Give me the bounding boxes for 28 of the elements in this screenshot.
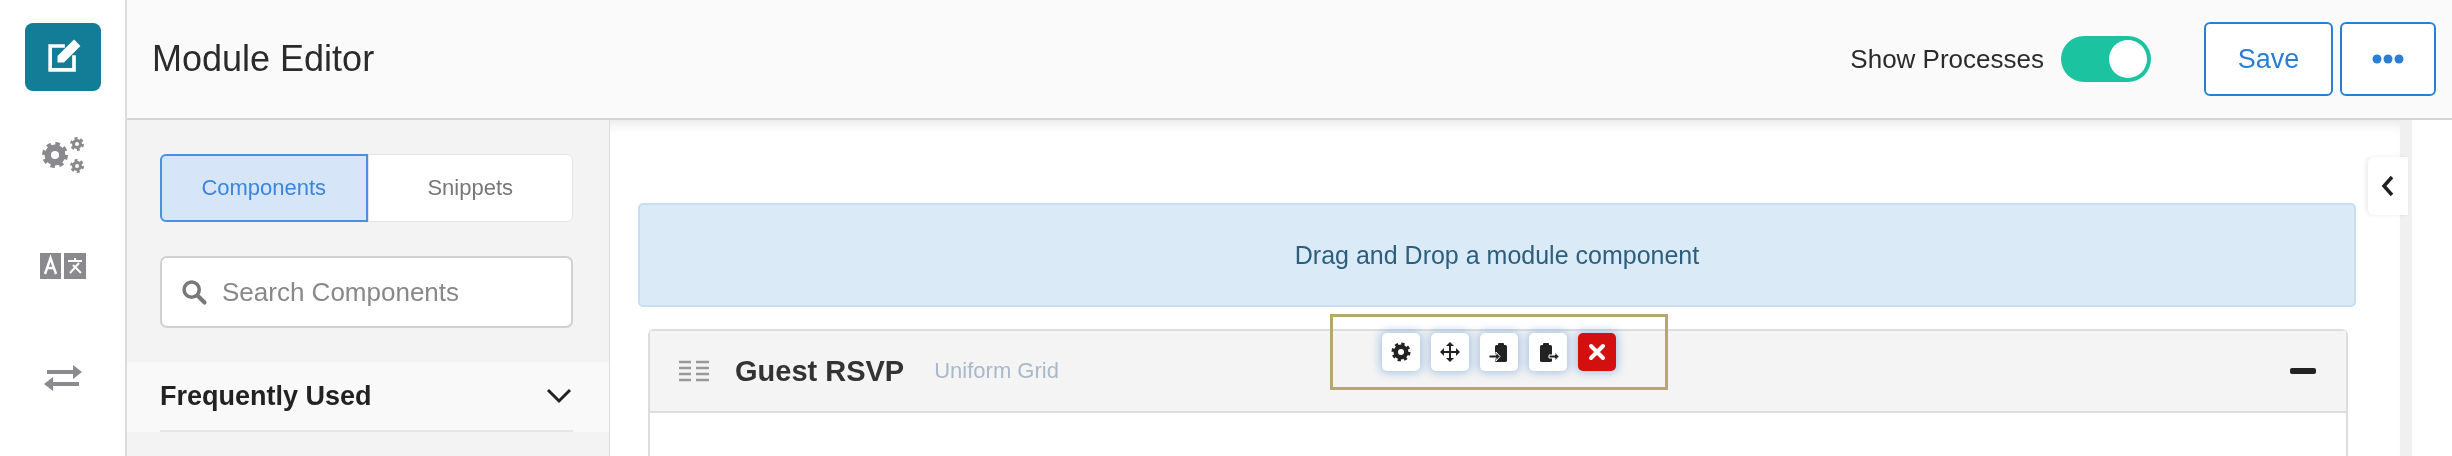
page-title: Module Editor — [152, 38, 376, 80]
move-button[interactable] — [1431, 333, 1469, 371]
more-button[interactable] — [2340, 22, 2436, 96]
collapse-panel-button[interactable] — [2368, 157, 2408, 215]
settings-button[interactable] — [1382, 333, 1420, 371]
copy-out-button[interactable] — [1529, 333, 1567, 371]
translate-icon — [39, 253, 86, 280]
tab[interactable]: Snippets — [367, 154, 573, 222]
chevron-left-icon — [2381, 174, 2395, 198]
chevron-icon — [545, 387, 573, 405]
paste-in-button[interactable] — [1480, 333, 1518, 371]
collapse-button[interactable] — [2290, 368, 2316, 374]
minus-icon — [2290, 368, 2316, 374]
drag-handle-icon[interactable] — [679, 359, 709, 383]
more-icon — [2372, 54, 2404, 64]
save-button[interactable]: Save — [2204, 22, 2333, 96]
search-field[interactable]: Search Components — [160, 256, 573, 328]
move-icon — [1438, 340, 1462, 364]
tab[interactable]: Components — [160, 154, 368, 222]
module-title: Guest RSVP — [735, 354, 905, 388]
toggle-label: Show Processes — [1850, 43, 2044, 75]
settings-icon — [1389, 340, 1413, 364]
search-icon — [180, 278, 208, 306]
delete-button[interactable] — [1578, 333, 1616, 371]
sidebar-item[interactable] — [24, 23, 101, 91]
drop-zone[interactable]: Drag and Drop a module component — [638, 203, 2356, 307]
toggle-switch[interactable] — [2061, 36, 2151, 82]
module-type: Uniform Grid — [934, 358, 1060, 384]
